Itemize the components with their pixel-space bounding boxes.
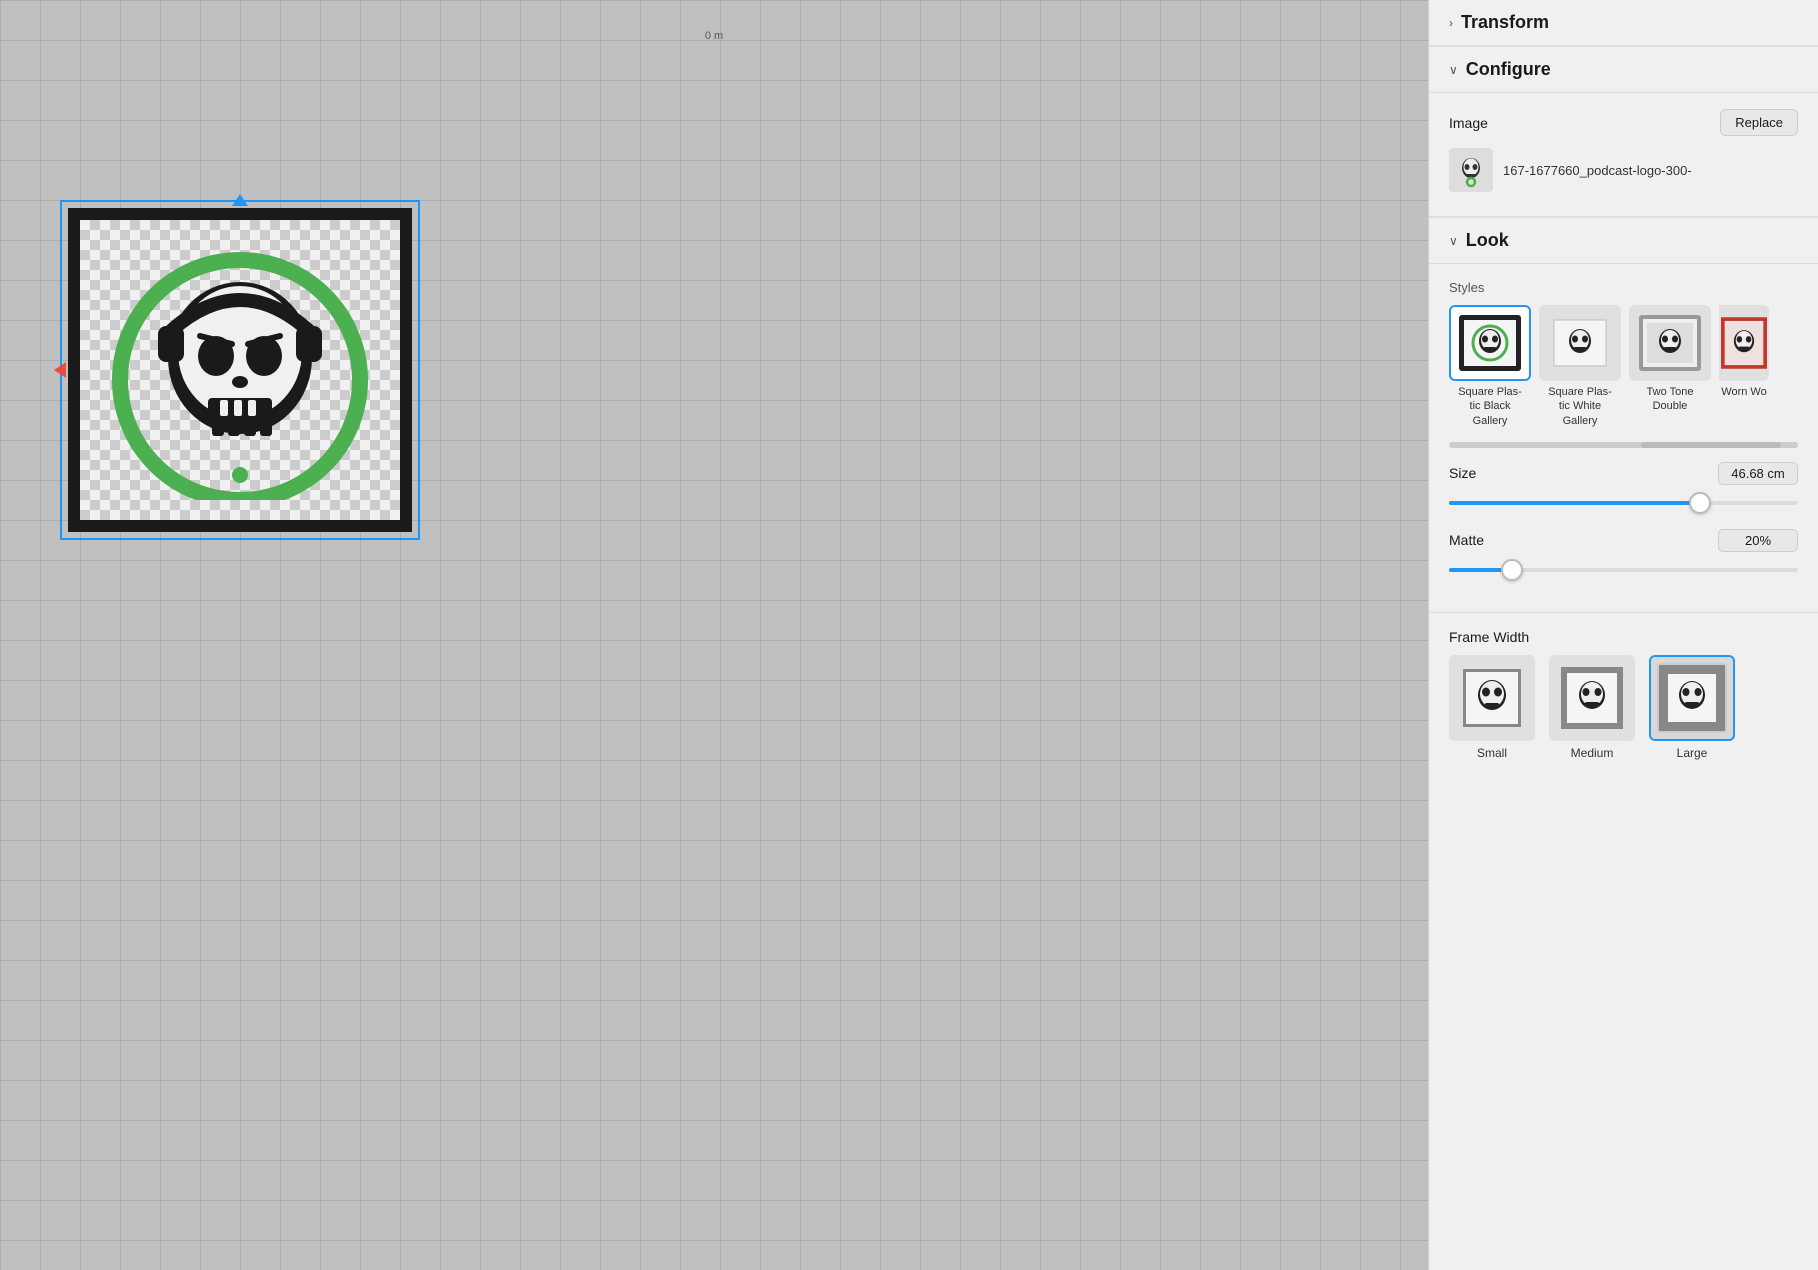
image-frame (68, 208, 412, 532)
matte-label: Matte (1449, 532, 1484, 548)
image-field-row: Image Replace (1449, 109, 1798, 136)
look-title: Look (1466, 230, 1509, 251)
replace-button[interactable]: Replace (1720, 109, 1798, 136)
image-inner (80, 220, 400, 520)
matte-slider-track[interactable] (1449, 568, 1798, 572)
style-worn-wo[interactable]: Worn Wo (1719, 305, 1769, 428)
configure-title: Configure (1466, 59, 1551, 80)
look-chevron[interactable]: ∨ (1449, 234, 1458, 248)
frame-large-img[interactable] (1649, 655, 1735, 741)
configure-chevron[interactable]: ∨ (1449, 63, 1458, 77)
style-square-black[interactable]: Square Plas-tic BlackGallery (1449, 305, 1531, 428)
matte-value: 20% (1718, 529, 1798, 552)
size-control: Size 46.68 cm (1449, 462, 1798, 513)
size-slider-track[interactable] (1449, 501, 1798, 505)
style-square-black-img[interactable] (1449, 305, 1531, 381)
frame-width-section: Frame Width Small (1429, 613, 1818, 776)
style-worn-wo-img[interactable] (1719, 305, 1769, 381)
frame-small[interactable]: Small (1449, 655, 1535, 760)
style-two-tone[interactable]: Two ToneDouble (1629, 305, 1711, 428)
size-value: 46.68 cm (1718, 462, 1798, 485)
look-section-header[interactable]: ∨ Look (1429, 217, 1818, 264)
styles-row: Square Plas-tic BlackGallery (1449, 305, 1798, 428)
size-slider-thumb[interactable] (1689, 492, 1711, 514)
canvas-area: 0 m (0, 0, 1428, 1270)
style-two-tone-label: Two ToneDouble (1629, 385, 1711, 414)
image-thumbnail (1449, 148, 1493, 192)
configure-section-header[interactable]: ∨ Configure (1429, 46, 1818, 93)
image-filename: 167-1677660_podcast-logo-300- (1503, 163, 1692, 178)
artwork-container[interactable] (60, 200, 420, 540)
style-worn-wo-label: Worn Wo (1719, 385, 1769, 399)
transform-section-header[interactable]: › Transform (1429, 0, 1818, 46)
style-two-tone-img[interactable] (1629, 305, 1711, 381)
matte-header: Matte 20% (1449, 529, 1798, 552)
frame-small-label: Small (1477, 746, 1507, 760)
frame-large[interactable]: Large (1649, 655, 1735, 760)
configure-content: Image Replace 167-1677660_podcast-logo-3… (1429, 93, 1818, 217)
frame-width-label: Frame Width (1449, 629, 1798, 645)
frame-medium[interactable]: Medium (1549, 655, 1635, 760)
size-slider-fill (1449, 501, 1700, 505)
style-square-white[interactable]: Square Plas-tic WhiteGallery (1539, 305, 1621, 428)
frame-small-img[interactable] (1449, 655, 1535, 741)
right-panel: › Transform ∨ Configure Image Replace (1428, 0, 1818, 1270)
matte-slider[interactable] (1449, 560, 1798, 580)
styles-label: Styles (1449, 280, 1798, 295)
frame-medium-img[interactable] (1549, 655, 1635, 741)
transform-chevron[interactable]: › (1449, 16, 1453, 30)
style-square-white-img[interactable] (1539, 305, 1621, 381)
size-slider[interactable] (1449, 493, 1798, 513)
skull-artwork (95, 235, 385, 505)
frame-medium-label: Medium (1571, 746, 1614, 760)
ruler-label: 0 m (705, 30, 723, 42)
frame-thumbs-row: Small Medium (1449, 655, 1798, 760)
style-square-white-label: Square Plas-tic WhiteGallery (1539, 385, 1621, 428)
image-label: Image (1449, 115, 1488, 131)
matte-control: Matte 20% (1449, 529, 1798, 580)
size-header: Size 46.68 cm (1449, 462, 1798, 485)
grid-background (0, 0, 1428, 1270)
transform-title: Transform (1461, 12, 1549, 33)
image-preview-row: 167-1677660_podcast-logo-300- (1449, 148, 1798, 192)
look-content: Styles Square Plas-tic (1429, 264, 1818, 613)
matte-slider-thumb[interactable] (1501, 559, 1523, 581)
style-square-black-label: Square Plas-tic BlackGallery (1449, 385, 1531, 428)
size-label: Size (1449, 465, 1476, 481)
frame-large-label: Large (1677, 746, 1708, 760)
